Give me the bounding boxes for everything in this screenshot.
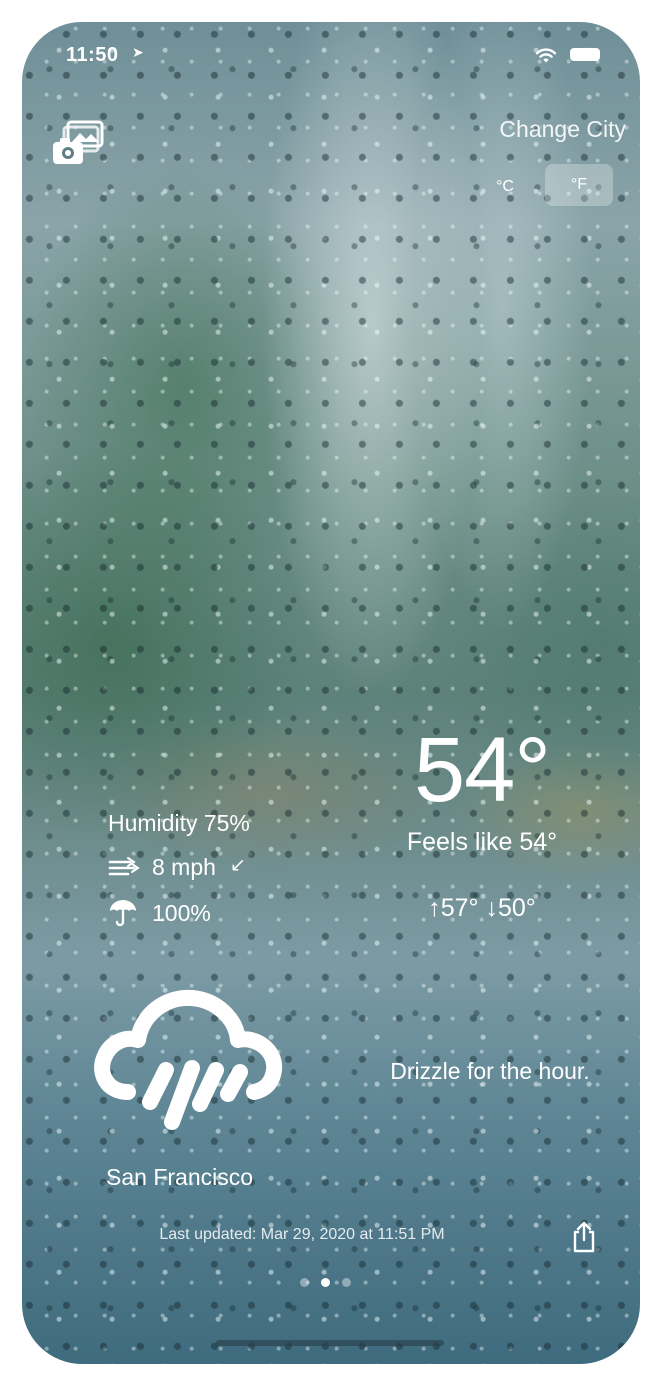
page-dot-active[interactable]: [321, 1278, 330, 1287]
umbrella-icon: [110, 900, 136, 927]
city-name: San Francisco: [106, 1164, 254, 1190]
fahrenheit-toggle[interactable]: °F: [545, 164, 613, 206]
change-city-button[interactable]: Change City: [462, 116, 626, 143]
precipitation-chance: 100%: [152, 900, 211, 926]
weather-summary: Drizzle for the hour.: [390, 1058, 590, 1084]
location-arrow-icon: ➤: [132, 44, 144, 60]
last-updated: Last updated: Mar 29, 2020 at 11:51 PM: [159, 1226, 445, 1243]
cloud-rain-icon: [94, 989, 283, 1130]
camera-photos-icon[interactable]: [50, 118, 106, 174]
page-dot[interactable]: [300, 1278, 309, 1287]
weather-screen: 11:50 ➤ Change City °C °F 54° Feels like…: [22, 22, 640, 1364]
feels-like: Feels like 54°: [406, 828, 558, 856]
wind-speed: 8 mph: [152, 854, 216, 880]
celsius-toggle[interactable]: °C: [484, 168, 526, 206]
current-temperature: 54°: [413, 719, 551, 821]
home-indicator[interactable]: [216, 1340, 444, 1346]
humidity: Humidity 75%: [108, 810, 250, 836]
page-indicator[interactable]: [300, 1278, 351, 1287]
wifi-icon: [535, 48, 557, 63]
battery-icon: [570, 48, 600, 61]
rain-background: [22, 22, 640, 1364]
page-dot[interactable]: [342, 1278, 351, 1287]
status-time: 11:50: [66, 44, 119, 66]
high-low-temperature: ↑57° ↓50°: [428, 894, 536, 922]
share-icon[interactable]: [570, 1220, 598, 1254]
wind-icon: [108, 857, 140, 876]
wind-direction-icon: ↙: [230, 855, 246, 876]
